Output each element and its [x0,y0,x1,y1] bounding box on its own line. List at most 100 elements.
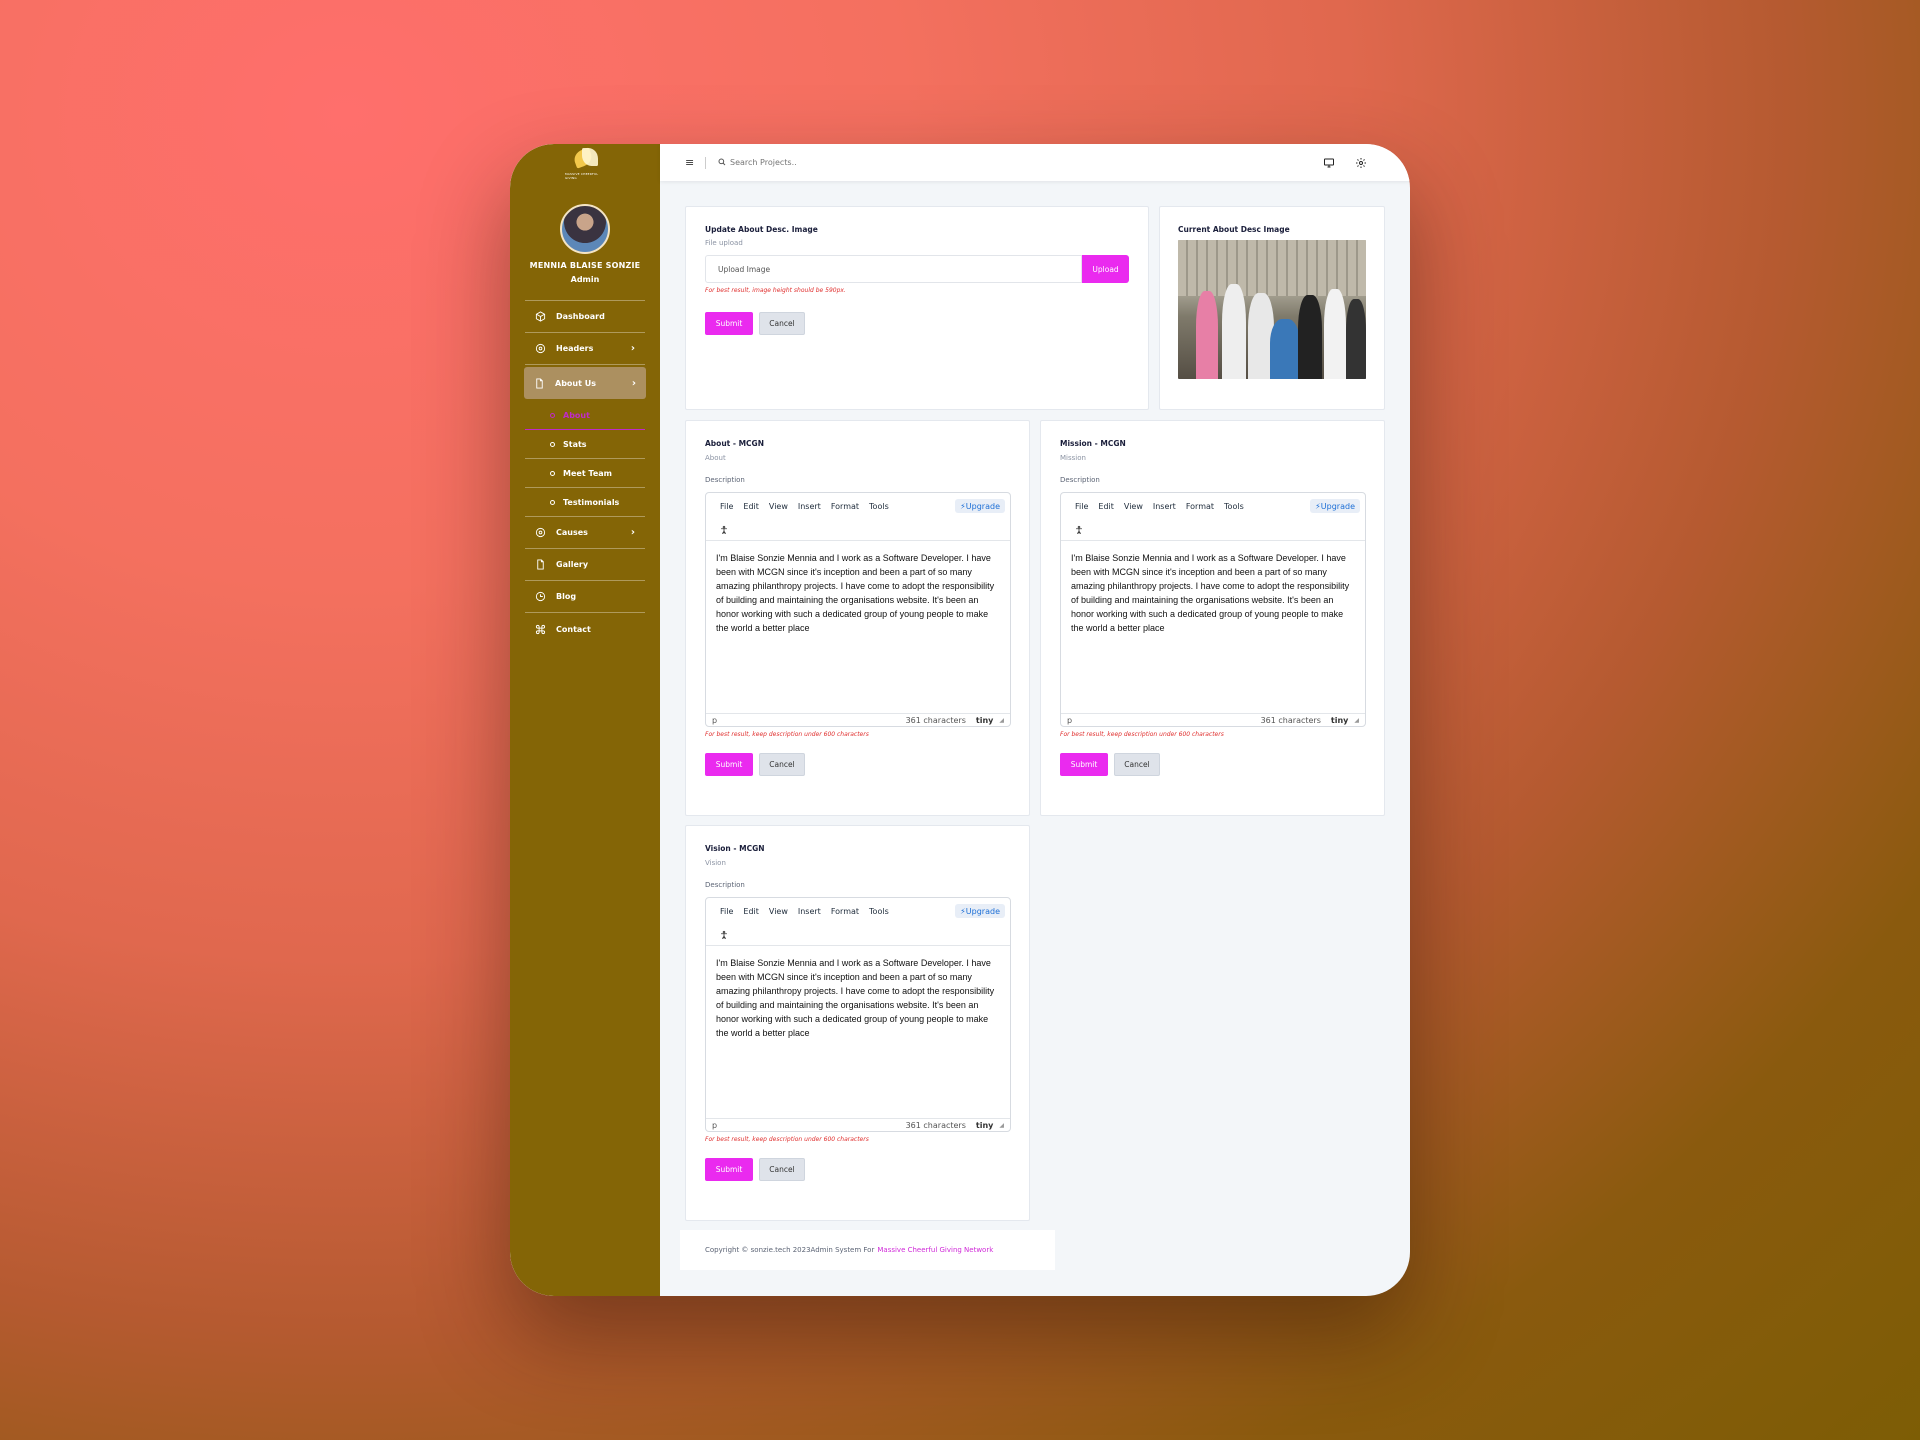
gear-icon[interactable] [1354,156,1368,170]
logo-mark-icon [570,147,600,170]
sidebar-subitem-stats[interactable]: Stats [525,430,645,459]
sidebar-item-label: About Us [555,378,596,388]
menu-format[interactable]: Format [831,502,859,511]
sidebar-subitem-meet-team[interactable]: Meet Team [525,459,645,488]
menu-format[interactable]: Format [831,907,859,916]
menu-insert[interactable]: Insert [798,502,821,511]
upgrade-button[interactable]: ⚡Upgrade [955,499,1005,513]
submit-button[interactable]: Submit [1060,753,1108,776]
menu-view[interactable]: View [769,502,788,511]
character-count: 361 characters [905,715,966,725]
form-actions: Submit Cancel [705,753,1010,776]
search-input[interactable] [730,158,930,167]
file-upload-group: Upload Image Upload [705,255,1129,283]
character-count: 361 characters [905,1120,966,1130]
element-path: p [712,715,718,725]
menu-edit[interactable]: Edit [743,502,759,511]
submit-button[interactable]: Submit [705,1158,753,1181]
current-about-image [1178,240,1366,379]
cancel-button[interactable]: Cancel [759,1158,805,1181]
sidebar-subitem-testimonials[interactable]: Testimonials [525,488,645,517]
accessibility-icon[interactable] [719,925,729,944]
editor-content[interactable]: I'm Blaise Sonzie Mennia and I work as a… [706,541,1010,713]
rich-text-editor: File Edit View Insert Format Tools ⚡Upgr… [705,897,1011,1132]
footer: Copyright © sonzie.tech 2023Admin System… [680,1230,1055,1270]
clock-icon [533,590,547,604]
submit-button[interactable]: Submit [705,312,753,335]
upload-button[interactable]: Upload [1082,255,1129,283]
rich-text-editor: File Edit View Insert Format Tools ⚡Upgr… [705,492,1011,727]
cancel-button[interactable]: Cancel [759,312,805,335]
cancel-button[interactable]: Cancel [759,753,805,776]
card-subtitle: Mission [1060,454,1086,462]
menu-tools[interactable]: Tools [869,907,889,916]
element-path: p [712,1120,718,1130]
upgrade-button[interactable]: ⚡Upgrade [1310,499,1360,513]
topbar-actions [1322,156,1368,170]
description-hint: For best result, keep description under … [705,1136,869,1143]
editor-content[interactable]: I'm Blaise Sonzie Mennia and I work as a… [706,946,1010,1118]
sidebar-item-contact[interactable]: Contact [525,613,645,645]
bullet-icon [550,499,555,505]
resize-handle-icon[interactable]: ◢ [999,1122,1004,1129]
footer-link[interactable]: Massive Cheerful Giving Network [877,1246,993,1254]
cancel-button[interactable]: Cancel [1114,753,1160,776]
sidebar-nav: Dashboard Headers › About Us › About Sta… [524,300,646,645]
accessibility-icon[interactable] [1074,520,1084,539]
sidebar-subitem-label: Testimonials [563,497,620,507]
topbar: ≡ [660,144,1410,181]
editor-toolbar [1061,519,1365,541]
sidebar-subitem-label: About [563,410,590,420]
chevron-right-icon: › [630,343,635,354]
menu-tools[interactable]: Tools [869,502,889,511]
sidebar-subitem-about[interactable]: About [525,401,645,430]
tiny-logo: tiny [975,1120,994,1130]
hamburger-menu-icon[interactable]: ≡ [685,156,697,169]
sidebar-item-causes[interactable]: Causes › [525,517,645,549]
menu-edit[interactable]: Edit [1098,502,1114,511]
sidebar-item-label: Causes [556,528,588,537]
menu-file[interactable]: File [1075,502,1088,511]
menu-file[interactable]: File [720,502,733,511]
file-icon [533,558,547,572]
menu-insert[interactable]: Insert [1153,502,1176,511]
card-title: Update About Desc. Image [705,225,818,234]
sidebar-item-gallery[interactable]: Gallery [525,549,645,581]
monitor-icon[interactable] [1322,156,1336,170]
file-upload-input[interactable]: Upload Image [705,255,1083,283]
chevron-right-icon: › [630,527,635,538]
target-icon [533,526,547,540]
sidebar-item-blog[interactable]: Blog [525,581,645,613]
menu-view[interactable]: View [1124,502,1143,511]
menu-edit[interactable]: Edit [743,907,759,916]
menu-format[interactable]: Format [1186,502,1214,511]
upgrade-button[interactable]: ⚡Upgrade [955,904,1005,918]
form-actions: Submit Cancel [705,312,1129,335]
app-window: MASSIVE CHEERFUL GIVING MENNIA BLAISE SO… [510,144,1410,1296]
sidebar-subitem-label: Meet Team [563,468,612,478]
tiny-logo: tiny [975,715,994,725]
sidebar-item-dashboard[interactable]: Dashboard [525,301,645,333]
description-hint: For best result, keep description under … [705,731,869,738]
resize-handle-icon[interactable]: ◢ [1354,717,1359,724]
editor-content[interactable]: I'm Blaise Sonzie Mennia and I work as a… [1061,541,1365,713]
bullet-icon [550,441,555,447]
card-title: Vision - MCGN [705,844,765,853]
menu-insert[interactable]: Insert [798,907,821,916]
bullet-icon [550,412,555,418]
resize-handle-icon[interactable]: ◢ [999,717,1004,724]
sidebar-item-about-us[interactable]: About Us › [524,367,646,399]
logo[interactable]: MASSIVE CHEERFUL GIVING [565,147,605,182]
submit-button[interactable]: Submit [705,753,753,776]
editor-toolbar [706,519,1010,541]
form-actions: Submit Cancel [705,1158,1010,1181]
card-title: Mission - MCGN [1060,439,1126,448]
editor-statusbar: p 361 characters tiny ◢ [706,1118,1010,1131]
menu-tools[interactable]: Tools [1224,502,1244,511]
sidebar-item-headers[interactable]: Headers › [525,333,645,365]
menu-view[interactable]: View [769,907,788,916]
accessibility-icon[interactable] [719,520,729,539]
menu-file[interactable]: File [720,907,733,916]
target-icon [533,342,547,356]
search-icon [718,158,726,168]
